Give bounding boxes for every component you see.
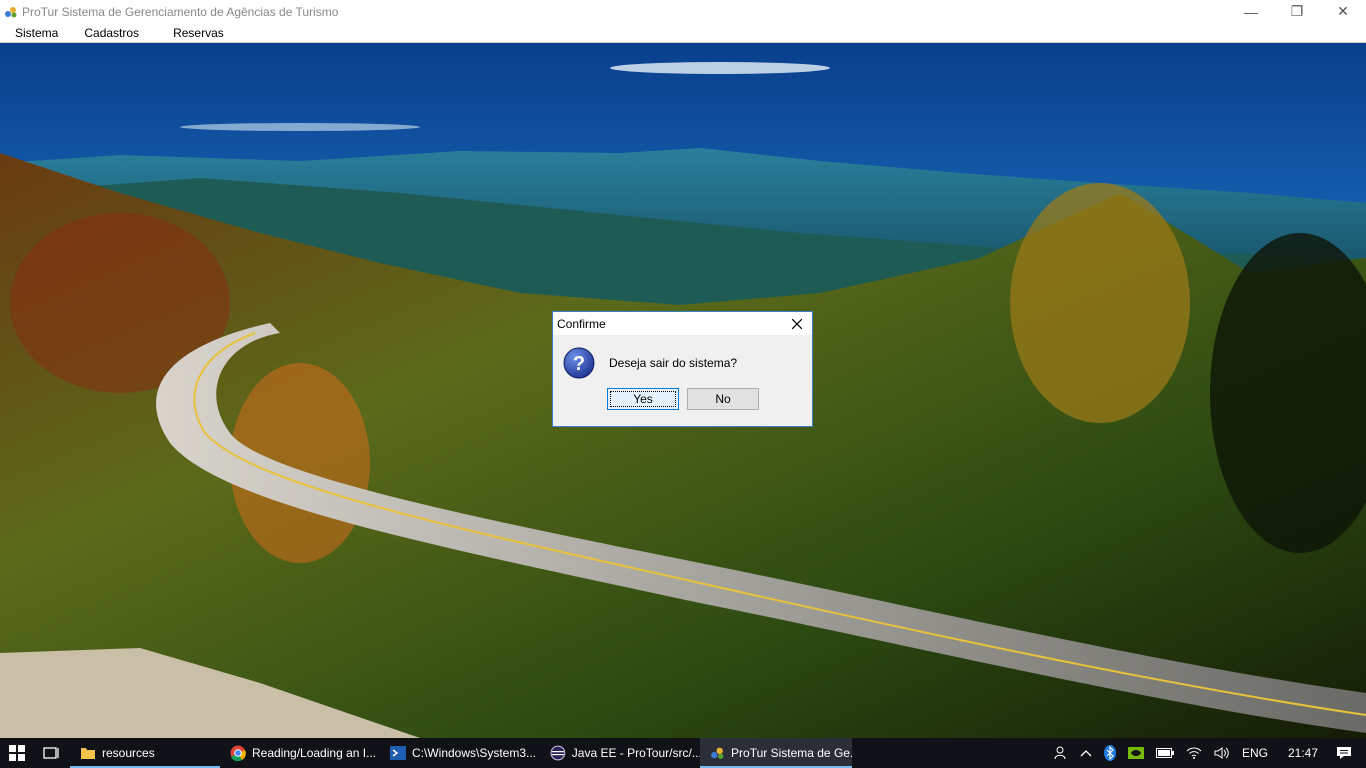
confirm-dialog: Confirme ? Deseja sair do sistema? Yes N…: [552, 311, 813, 427]
minimize-button[interactable]: —: [1228, 0, 1274, 23]
bluetooth-icon[interactable]: [1103, 745, 1116, 761]
clock[interactable]: 21:47: [1288, 746, 1318, 760]
yes-button[interactable]: Yes: [607, 388, 679, 410]
svg-text:?: ?: [573, 353, 585, 375]
no-button-label: No: [715, 392, 731, 406]
start-button[interactable]: [0, 738, 34, 768]
notifications-icon[interactable]: [1336, 746, 1352, 760]
taskbar-item-label: Reading/Loading an I...: [252, 746, 377, 760]
close-window-button[interactable]: ✕: [1320, 0, 1366, 23]
menu-bar: Sistema Cadastros Reservas: [0, 23, 1366, 43]
close-icon: ✕: [1337, 3, 1349, 19]
close-icon: [792, 318, 802, 329]
taskbar-item-label: resources: [102, 746, 155, 760]
taskbar-item-resources[interactable]: resources: [70, 738, 220, 768]
taskbar-item-eclipse[interactable]: Java EE - ProTour/src/...: [540, 738, 700, 768]
menu-sistema[interactable]: Sistema: [7, 26, 66, 40]
taskbar-item-label: C:\Windows\System3...: [412, 746, 537, 760]
question-icon: ?: [563, 347, 595, 379]
app-icon: [5, 6, 17, 17]
taskbar-item-protur[interactable]: ProTur Sistema de Ge...: [700, 738, 852, 768]
maximize-button[interactable]: ❐: [1274, 0, 1320, 23]
taskbar-item-cmd[interactable]: C:\Windows\System3...: [380, 738, 540, 768]
nvidia-icon[interactable]: [1127, 747, 1144, 759]
menu-cadastros[interactable]: Cadastros: [76, 26, 147, 40]
no-button[interactable]: No: [687, 388, 759, 410]
window-title: ProTur Sistema de Gerenciamento de Agênc…: [22, 4, 339, 19]
terminal-icon: [390, 746, 406, 760]
battery-icon[interactable]: [1155, 748, 1174, 758]
system-tray: ENG 21:47: [1048, 738, 1366, 768]
restore-icon: ❐: [1290, 3, 1304, 19]
task-view-button[interactable]: [34, 738, 70, 768]
taskbar-item-chrome[interactable]: Reading/Loading an I...: [220, 738, 380, 768]
language-indicator[interactable]: ENG: [1242, 746, 1268, 760]
dialog-body: ? Deseja sair do sistema? Yes No: [553, 335, 812, 426]
focus-ring: [610, 391, 676, 407]
dialog-close-button[interactable]: [782, 312, 812, 335]
dialog-titlebar: Confirme: [553, 312, 812, 335]
chrome-icon: [230, 745, 246, 761]
volume-icon[interactable]: [1214, 747, 1230, 759]
app-icon: [711, 747, 724, 759]
chevron-up-icon[interactable]: [1080, 749, 1092, 757]
minimize-icon: —: [1244, 3, 1258, 20]
wifi-icon[interactable]: [1186, 747, 1202, 759]
folder-icon: [81, 748, 95, 759]
eclipse-icon: [550, 745, 566, 761]
people-icon[interactable]: [1054, 746, 1068, 760]
task-view-icon: [43, 747, 59, 759]
menu-reservas[interactable]: Reservas: [165, 26, 232, 40]
window-titlebar: ProTur Sistema de Gerenciamento de Agênc…: [0, 0, 1366, 23]
dialog-message: Deseja sair do sistema?: [609, 356, 738, 370]
taskbar-item-label: Java EE - ProTour/src/...: [571, 746, 700, 760]
taskbar-item-label: ProTur Sistema de Ge...: [731, 746, 852, 760]
taskbar: resources Reading/Loading an I... C:\Win…: [0, 738, 1366, 768]
windows-icon: [9, 745, 25, 761]
dialog-title: Confirme: [557, 316, 606, 331]
